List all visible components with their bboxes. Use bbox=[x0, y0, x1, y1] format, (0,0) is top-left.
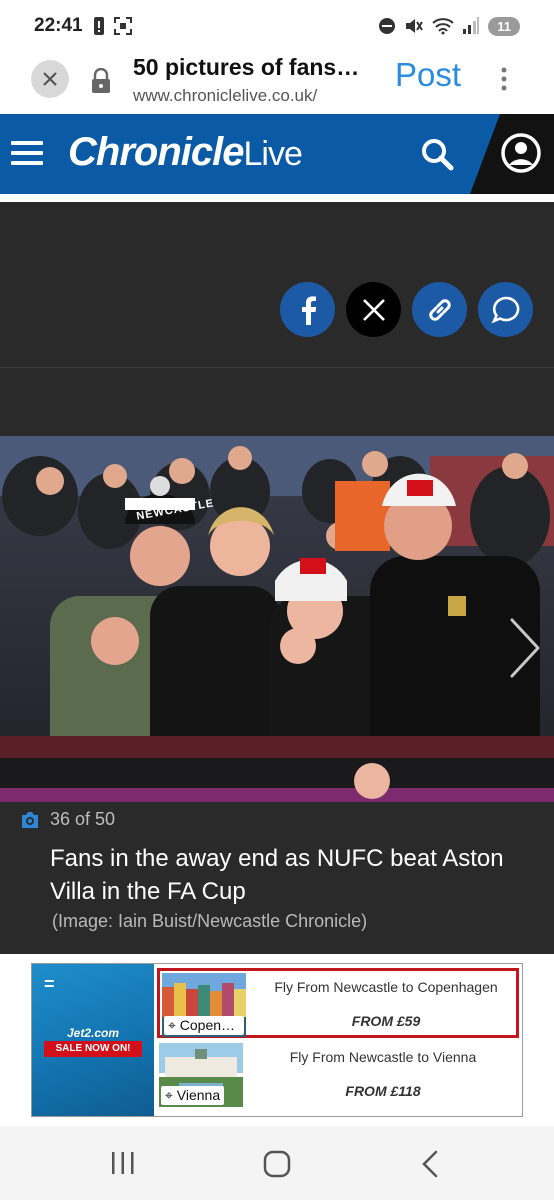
deal-tag: ⌖ Vienna bbox=[161, 1086, 225, 1105]
ad-deal-copenhagen[interactable]: ⌖ Copenh… Fly From Newcastle to Copenhag… bbox=[157, 968, 519, 1038]
status-time: 22:41 bbox=[34, 15, 83, 36]
photo-caption: Fans in the away end as NUFC beat Aston … bbox=[50, 845, 504, 905]
status-notification-icons bbox=[93, 16, 133, 36]
more-options-icon[interactable] bbox=[500, 66, 508, 92]
location-pin-icon: ⌖ bbox=[165, 1087, 173, 1103]
deal-title: Fly From Newcastle to Copenhagen bbox=[274, 979, 498, 995]
header-gap bbox=[0, 194, 554, 202]
fans-photo-image bbox=[0, 436, 554, 802]
photo-counter-text: 36 of 50 bbox=[50, 809, 116, 829]
lock-icon[interactable] bbox=[90, 68, 112, 94]
ad-brand: Jet2.com bbox=[66, 1026, 120, 1040]
status-bar: 22:41 11 bbox=[0, 0, 554, 52]
menu-icon[interactable] bbox=[11, 141, 43, 165]
location-pin-icon: ⌖ bbox=[168, 1017, 176, 1033]
post-button[interactable]: Post bbox=[395, 56, 461, 94]
recent-apps-icon[interactable] bbox=[110, 1150, 136, 1176]
close-icon bbox=[43, 72, 57, 86]
ad-sale-badge: SALE NOW ON! bbox=[44, 1041, 142, 1057]
screenshot-icon bbox=[113, 17, 132, 35]
camera-icon bbox=[22, 811, 38, 828]
system-navbar bbox=[0, 1126, 554, 1200]
x-icon bbox=[362, 298, 385, 321]
deal-tag: ⌖ Copenh… bbox=[164, 1016, 244, 1035]
logo-light-text: Live bbox=[243, 135, 302, 173]
facebook-icon bbox=[301, 295, 316, 325]
ad-menu-icon: = bbox=[44, 974, 55, 994]
vienna-image: ⌖ Vienna bbox=[159, 1043, 243, 1107]
divider bbox=[0, 367, 554, 368]
deal-title: Fly From Newcastle to Vienna bbox=[289, 1049, 477, 1065]
copenhagen-image: ⌖ Copenh… bbox=[162, 973, 246, 1037]
site-header: ChronicleLive bbox=[0, 114, 554, 194]
ad-brand-panel[interactable]: = Jet2.com SALE NOW ON! bbox=[32, 964, 154, 1116]
deal-price: FROM £118 bbox=[345, 1083, 421, 1099]
account-icon[interactable] bbox=[500, 132, 542, 174]
share-facebook-button[interactable] bbox=[280, 282, 335, 337]
photo-counter: 36 of 50 bbox=[20, 809, 115, 830]
gallery-photo[interactable]: NEWCASTLE bbox=[0, 436, 554, 802]
mute-icon bbox=[406, 19, 424, 33]
deal-tag-text: Copenh… bbox=[179, 1017, 243, 1033]
copy-link-button[interactable] bbox=[412, 282, 467, 337]
ad-deal-vienna[interactable]: ⌖ Vienna Fly From Newcastle to Vienna FR… bbox=[157, 1041, 519, 1111]
search-icon[interactable] bbox=[420, 137, 456, 173]
browser-bar: 50 pictures of fans… www.chroniclelive.c… bbox=[0, 52, 554, 114]
signal-icon bbox=[463, 17, 480, 34]
page-url[interactable]: www.chroniclelive.co.uk/ bbox=[133, 86, 375, 106]
back-icon[interactable] bbox=[420, 1150, 442, 1178]
page-title[interactable]: 50 pictures of fans… bbox=[133, 54, 373, 81]
close-tab-button[interactable] bbox=[31, 60, 69, 98]
wifi-icon bbox=[432, 18, 454, 35]
share-messenger-button[interactable] bbox=[478, 282, 533, 337]
comment-icon bbox=[490, 296, 519, 323]
home-icon[interactable] bbox=[263, 1150, 291, 1178]
do-not-disturb-icon bbox=[379, 18, 396, 34]
status-system-icons: 11 bbox=[378, 16, 520, 36]
logo-bold-text: Chronicle bbox=[68, 130, 244, 174]
link-icon bbox=[428, 298, 451, 321]
alert-icon bbox=[93, 17, 104, 35]
deal-price: FROM £59 bbox=[351, 1013, 421, 1029]
deal-tag-text: Vienna bbox=[176, 1087, 221, 1103]
chronicle-live-logo[interactable]: ChronicleLive bbox=[68, 130, 303, 175]
battery-indicator: 11 bbox=[488, 16, 520, 36]
share-x-button[interactable] bbox=[346, 282, 401, 337]
next-photo-icon[interactable] bbox=[508, 616, 542, 680]
photo-credit: (Image: Iain Buist/Newcastle Chronicle) bbox=[52, 911, 368, 931]
